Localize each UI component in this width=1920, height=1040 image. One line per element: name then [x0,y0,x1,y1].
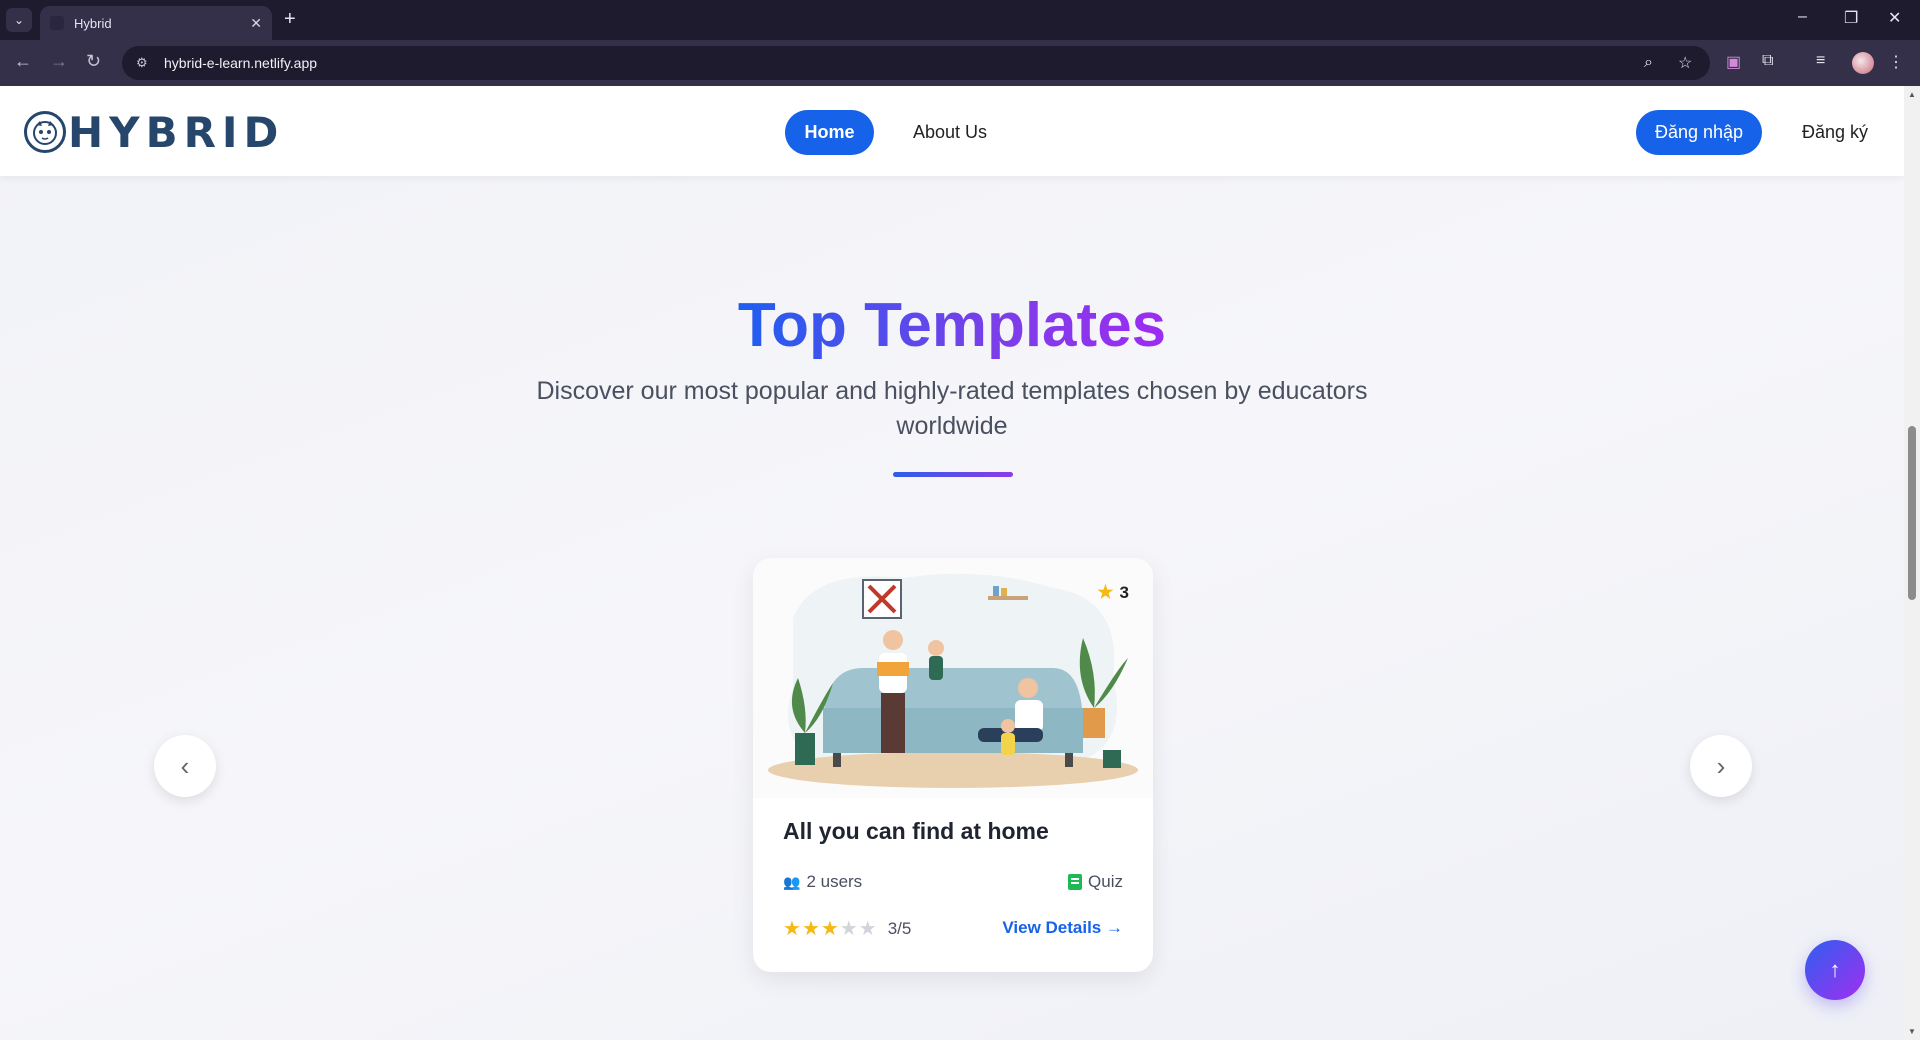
chevron-left-icon: ‹ [180,750,190,781]
tab-title: Hybrid [74,15,112,31]
star-filled-icon: ★ [801,918,820,940]
address-bar[interactable]: ⚙ hybrid-e-learn.netlify.app ⌕ ☆ [122,46,1710,80]
card-users-count: 2 users [806,872,863,891]
card-type: Quiz [1068,872,1123,892]
page-scrollbar[interactable]: ▲ ▼ [1904,86,1920,1040]
url-text: hybrid-e-learn.netlify.app [164,55,318,71]
card-score: 3/5 [887,918,912,938]
nav-about-us[interactable]: About Us [913,122,987,143]
star-icon: ★ [1097,582,1114,602]
view-details-link[interactable]: View Details → [1002,918,1123,938]
extension-icon[interactable]: ▣ [1726,52,1741,72]
profile-avatar[interactable] [1852,52,1874,74]
book-icon [1068,874,1083,890]
browser-toolbar: ← → ↻ ⚙ hybrid-e-learn.netlify.app ⌕ ☆ ▣… [0,40,1920,86]
title-divider [893,472,1013,477]
scroll-up-icon[interactable]: ▲ [1908,90,1916,99]
carousel-next-button[interactable]: › [1690,735,1752,797]
browser-tab[interactable]: Hybrid ✕ [40,6,272,40]
badge-rating-value: 3 [1119,582,1129,602]
star-filled-icon: ★ [820,918,839,940]
zoom-icon[interactable]: ⌕ [1644,46,1653,80]
login-button[interactable]: Đăng nhập [1636,110,1762,155]
star-filled-icon: ★ [783,918,801,940]
tab-search-icon[interactable]: ⌄ [6,8,32,32]
arrow-up-icon: ↑ [1829,957,1841,982]
browser-tab-strip: ⌄ Hybrid ✕ + – ❐ ✕ [0,0,1920,40]
browser-menu-icon[interactable]: ⋮ [1888,52,1904,72]
back-icon[interactable]: ← [14,51,32,72]
tab-close-icon[interactable]: ✕ [250,15,262,32]
star-empty-icon: ★ [839,918,858,940]
card-illustration: ★ 3 [753,558,1153,798]
card-users: 👥 2 users [783,872,862,892]
users-icon: 👥 [783,873,801,890]
new-tab-icon[interactable]: + [284,8,296,31]
site-header: HYBRID Home About Us Đăng nhập Đăng ký [0,86,1904,176]
scroll-thumb[interactable] [1908,426,1916,600]
forward-icon[interactable]: → [50,51,68,72]
card-star-rating: ★ ★ ★ ★ ★ 3/5 [783,916,911,941]
media-control-icon[interactable]: ≡ [1816,52,1825,70]
carousel-prev-button[interactable]: ‹ [154,735,216,797]
site-info-icon[interactable]: ⚙ [136,55,152,71]
register-link[interactable]: Đăng ký [1802,122,1868,143]
template-card[interactable]: ★ 3 All you can find at home 👥 2 users Q… [753,558,1153,972]
minimize-icon[interactable]: – [1798,8,1807,26]
tab-favicon-icon [50,16,64,30]
logo-text: HYBRID [68,107,285,157]
chevron-right-icon: › [1716,750,1726,781]
window-close-icon[interactable]: ✕ [1888,8,1901,28]
reload-icon[interactable]: ↻ [86,51,101,72]
card-rating-badge: ★ 3 [1097,582,1129,603]
logo-mascot-icon [24,111,66,153]
back-to-top-button[interactable]: ↑ [1805,940,1865,1000]
bookmark-star-icon[interactable]: ☆ [1678,46,1692,80]
section-title: Top Templates [737,291,1167,360]
site-logo[interactable]: HYBRID [24,107,285,157]
section-subtitle: Discover our most popular and highly-rat… [536,377,1368,440]
restore-icon[interactable]: ❐ [1844,8,1858,28]
card-title: All you can find at home [783,818,1049,844]
card-type-label: Quiz [1088,872,1123,891]
extensions-puzzle-icon[interactable]: ⧉ [1762,52,1773,70]
scroll-down-icon[interactable]: ▼ [1908,1027,1916,1036]
star-empty-icon: ★ [858,918,877,940]
nav-home[interactable]: Home [785,110,874,155]
